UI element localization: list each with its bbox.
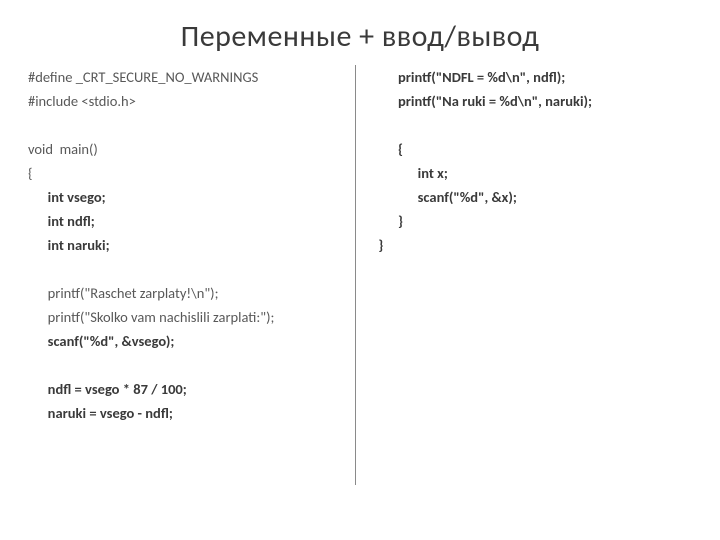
code-line: scanf("%d", &x); xyxy=(378,185,696,209)
code-line: #include <stdio.h> xyxy=(28,89,337,113)
code-line: printf("Na ruki = %d\n", naruki); xyxy=(378,89,696,113)
code-line: printf("NDFL = %d\n", ndfl); xyxy=(378,65,696,89)
code-column-right: printf("NDFL = %d\n", ndfl); printf("Na … xyxy=(355,65,696,485)
blank-line xyxy=(28,113,337,137)
blank-line xyxy=(28,257,337,281)
code-line: int ndfl; xyxy=(28,209,337,233)
columns: #define _CRT_SECURE_NO_WARNINGS #include… xyxy=(0,65,720,485)
code-line: int naruki; xyxy=(28,233,337,257)
code-line: { xyxy=(28,161,337,185)
code-line: int vsego; xyxy=(28,185,337,209)
code-line: int x; xyxy=(378,161,696,185)
blank-line xyxy=(378,113,696,137)
code-line: { xyxy=(378,137,696,161)
code-line: ndfl = vsego * 87 / 100; xyxy=(28,377,337,401)
code-line: } xyxy=(378,209,696,233)
code-column-left: #define _CRT_SECURE_NO_WARNINGS #include… xyxy=(28,65,355,485)
code-line: #define _CRT_SECURE_NO_WARNINGS xyxy=(28,65,337,89)
code-line: void main() xyxy=(28,137,337,161)
code-line: } xyxy=(378,233,696,257)
blank-line xyxy=(28,353,337,377)
slide: Переменные + ввод/вывод #define _CRT_SEC… xyxy=(0,0,720,540)
code-line: scanf("%d", &vsego); xyxy=(28,329,337,353)
slide-title: Переменные + ввод/вывод xyxy=(0,0,720,65)
code-line: printf("Skolko vam nachislili zarplati:"… xyxy=(28,305,337,329)
code-line: printf("Raschet zarplaty!\n"); xyxy=(28,281,337,305)
code-line: naruki = vsego - ndfl; xyxy=(28,401,337,425)
